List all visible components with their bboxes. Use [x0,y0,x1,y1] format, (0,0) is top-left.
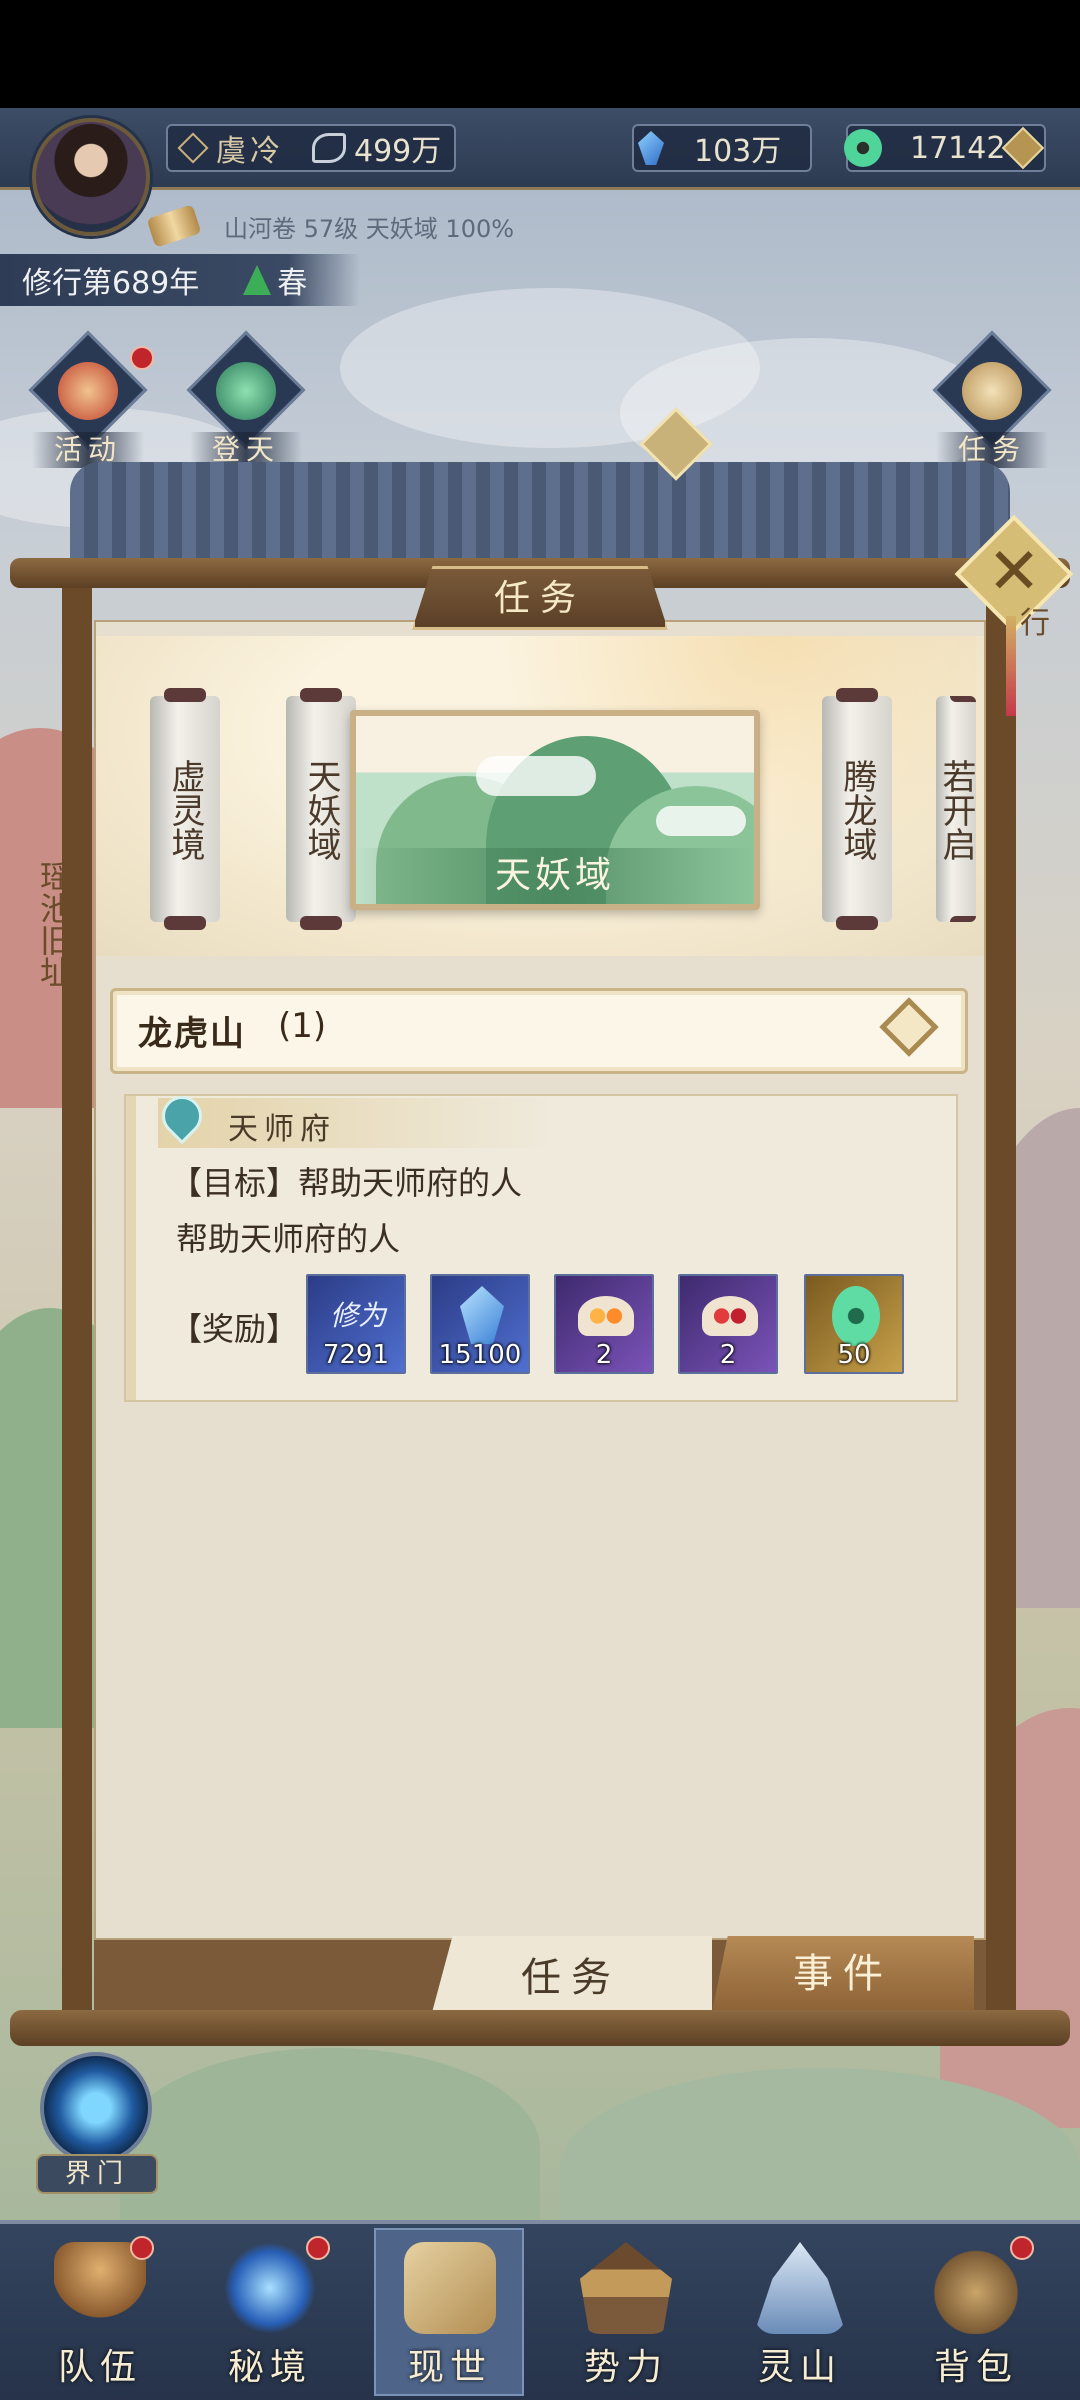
task-header [158,1098,558,1148]
cultivation-year-bar: 修行第689年 春 [0,254,360,306]
jade-currency[interactable]: 17142 [844,124,1046,172]
crystal-value: 103万 [694,134,782,169]
nav-faction[interactable]: 势力 [556,2232,696,2392]
crystal-currency[interactable]: 103万 [632,124,812,172]
reward-qty: 50 [837,1340,871,1370]
world-icon [404,2242,496,2334]
realm-scroll-1[interactable]: 天妖域 [286,688,356,930]
nav-label: 灵山 [757,2347,842,2388]
realm-scroll-0[interactable]: 虚灵境 [150,688,220,930]
tab-event[interactable]: 事件 [712,1936,974,2012]
notification-badge [1010,2236,1034,2260]
faction-icon [580,2242,672,2334]
dialog-bottom-beam [10,2010,1070,2046]
nav-world[interactable]: 现世 [380,2232,520,2392]
jade-icon [844,129,882,167]
nav-label: 队伍 [57,2347,142,2388]
task-goal: 【目标】帮助天师府的人 [170,1164,523,1202]
region-dropdown-label: 龙虎山 [138,1014,246,1054]
nav-label: 背包 [933,2347,1018,2388]
player-avatar[interactable] [32,118,150,236]
tree-icon [243,265,272,295]
close-icon[interactable]: ✕ [982,540,1046,606]
realm-name: 虚灵境 [165,759,205,861]
reward-item[interactable]: 修为 7291 [306,1274,406,1374]
tassel-decoration [1006,616,1016,716]
reward-qty: 15100 [438,1340,522,1370]
season: 春 [277,266,308,301]
realm-name: 腾龙域 [837,759,877,861]
activity-button[interactable]: 活动 [28,330,154,468]
player-name: 虞冷 [216,134,284,169]
scroll-icon [146,204,202,248]
dialog-title: 任务 [412,566,668,630]
power-value: 499万 [354,134,442,169]
crystal-icon [638,131,664,165]
reward-qty: 2 [595,1340,613,1370]
side-text-right: 行 [1020,606,1050,641]
nav-label: 秘境 [227,2347,312,2388]
power-icon [312,133,346,163]
realm-gate-label[interactable]: 界门 [36,2154,158,2194]
gourd-icon [58,362,118,420]
crystal-icon [460,1286,504,1344]
realm-name: 天妖域 [301,759,341,861]
notification-badge [130,346,154,370]
realm-scroll-3[interactable]: 若开启 [936,696,976,922]
jade-icon [832,1286,880,1346]
spirit-mountain-icon [754,2242,846,2334]
status-bar [0,0,1080,108]
task-location: 天师府 [228,1112,336,1147]
task-description: 帮助天师府的人 [176,1220,401,1258]
reward-qty: 7291 [322,1340,390,1370]
selected-realm-label: 天妖域 [356,848,754,904]
reward-qty: 2 [719,1340,737,1370]
reward-item[interactable]: 2 [678,1274,778,1374]
task-scroll-icon [962,362,1022,420]
rank-gem-icon [177,132,209,164]
bag-icon [930,2242,1022,2334]
reward-label: 【奖励】 [170,1310,299,1348]
realm-name: 若开启 [936,759,976,861]
nav-spirit-mountain[interactable]: 灵山 [730,2232,870,2392]
nav-bag[interactable]: 背包 [906,2232,1046,2392]
secret-realm-icon [224,2242,316,2334]
player-name-pill[interactable]: 虞冷 499万 [166,124,456,172]
ascend-button[interactable]: 登天 [186,330,306,468]
nav-secret-realm[interactable]: 秘境 [200,2232,340,2392]
realm-gate-portal-icon[interactable] [40,2052,152,2164]
scroll-progress-text: 山河卷 57级 天妖域 100% [224,214,515,243]
ascend-icon [216,362,276,420]
pill-bowl-icon [578,1296,634,1336]
nav-label: 现世 [407,2347,492,2388]
tab-task[interactable]: 任务 [430,1936,712,2020]
nav-label: 势力 [583,2347,668,2388]
notification-badge [130,2236,154,2260]
add-jade-icon[interactable] [1001,126,1045,170]
region-dropdown-count: (1) [278,1006,327,1046]
tasks-button[interactable]: 任务 [932,330,1052,468]
reward-item[interactable]: 15100 [430,1274,530,1374]
realm-scroll-2[interactable]: 腾龙域 [822,688,892,930]
xiuwei-icon: 修为 [329,1299,386,1332]
pill-bowl-icon [702,1296,758,1336]
reward-item[interactable]: 50 [804,1274,904,1374]
jade-value: 17142 [910,130,1006,166]
nav-team[interactable]: 队伍 [30,2232,170,2392]
dialog-roof [70,462,1010,566]
reward-item[interactable]: 2 [554,1274,654,1374]
cultivation-year: 修行第689年 [22,266,200,301]
notification-badge [306,2236,330,2260]
scroll-progress[interactable]: 山河卷 57级 天妖域 100% [146,204,590,248]
